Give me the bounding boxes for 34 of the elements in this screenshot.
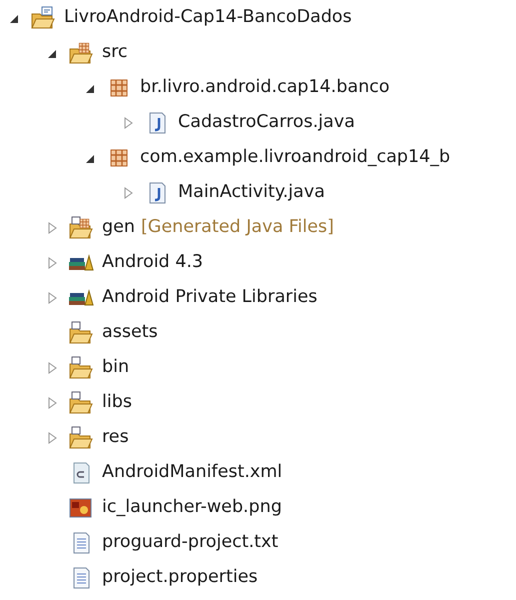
- collapsed-arrow-icon[interactable]: [47, 256, 57, 268]
- tree-item-label[interactable]: CadastroCarros.java: [178, 112, 355, 133]
- tree-item-label[interactable]: res: [102, 427, 129, 448]
- collapsed-arrow-icon[interactable]: [123, 186, 133, 198]
- tree-item-label[interactable]: com.example.livroandroid_cap14_b: [140, 147, 450, 168]
- folder-icon: [68, 390, 94, 414]
- folder-icon: [68, 320, 94, 344]
- tree-item-label[interactable]: AndroidManifest.xml: [102, 462, 282, 483]
- tree-item-label[interactable]: Android 4.3: [102, 252, 204, 273]
- tree-item-label[interactable]: MainActivity.java: [178, 182, 325, 203]
- collapsed-arrow-icon[interactable]: [47, 432, 57, 444]
- tree-item-label[interactable]: libs: [102, 392, 132, 413]
- collapsed-arrow-icon[interactable]: [47, 362, 57, 374]
- collapsed-arrow-icon[interactable]: [47, 292, 57, 304]
- tree-item-label[interactable]: Android Private Libraries: [102, 287, 318, 308]
- tree-item-label[interactable]: br.livro.android.cap14.banco: [140, 77, 390, 98]
- tree-item-label[interactable]: proguard-project.txt: [102, 532, 278, 553]
- collapsed-arrow-icon[interactable]: [47, 396, 57, 408]
- source-folder-icon: [68, 216, 94, 240]
- image-file-icon: [68, 496, 94, 520]
- tree-item-label[interactable]: gen: [102, 217, 135, 238]
- tree-item-label[interactable]: bin: [102, 357, 130, 378]
- source-folder-icon: [68, 40, 94, 64]
- collapsed-arrow-icon[interactable]: [123, 116, 133, 128]
- folder-icon: [68, 426, 94, 450]
- tree-item-decoration: [Generated Java Files]: [140, 217, 334, 238]
- tree-item-label[interactable]: project.properties: [102, 567, 258, 588]
- tree-item-label[interactable]: LivroAndroid-Cap14-BancoDados: [64, 7, 352, 28]
- tree-item-label[interactable]: src: [102, 42, 128, 63]
- collapsed-arrow-icon[interactable]: [47, 222, 57, 234]
- folder-icon: [68, 356, 94, 380]
- tree-item-label[interactable]: ic_launcher-web.png: [102, 497, 282, 518]
- project-folder-icon: [30, 6, 56, 30]
- tree-item-label[interactable]: assets: [102, 322, 158, 343]
